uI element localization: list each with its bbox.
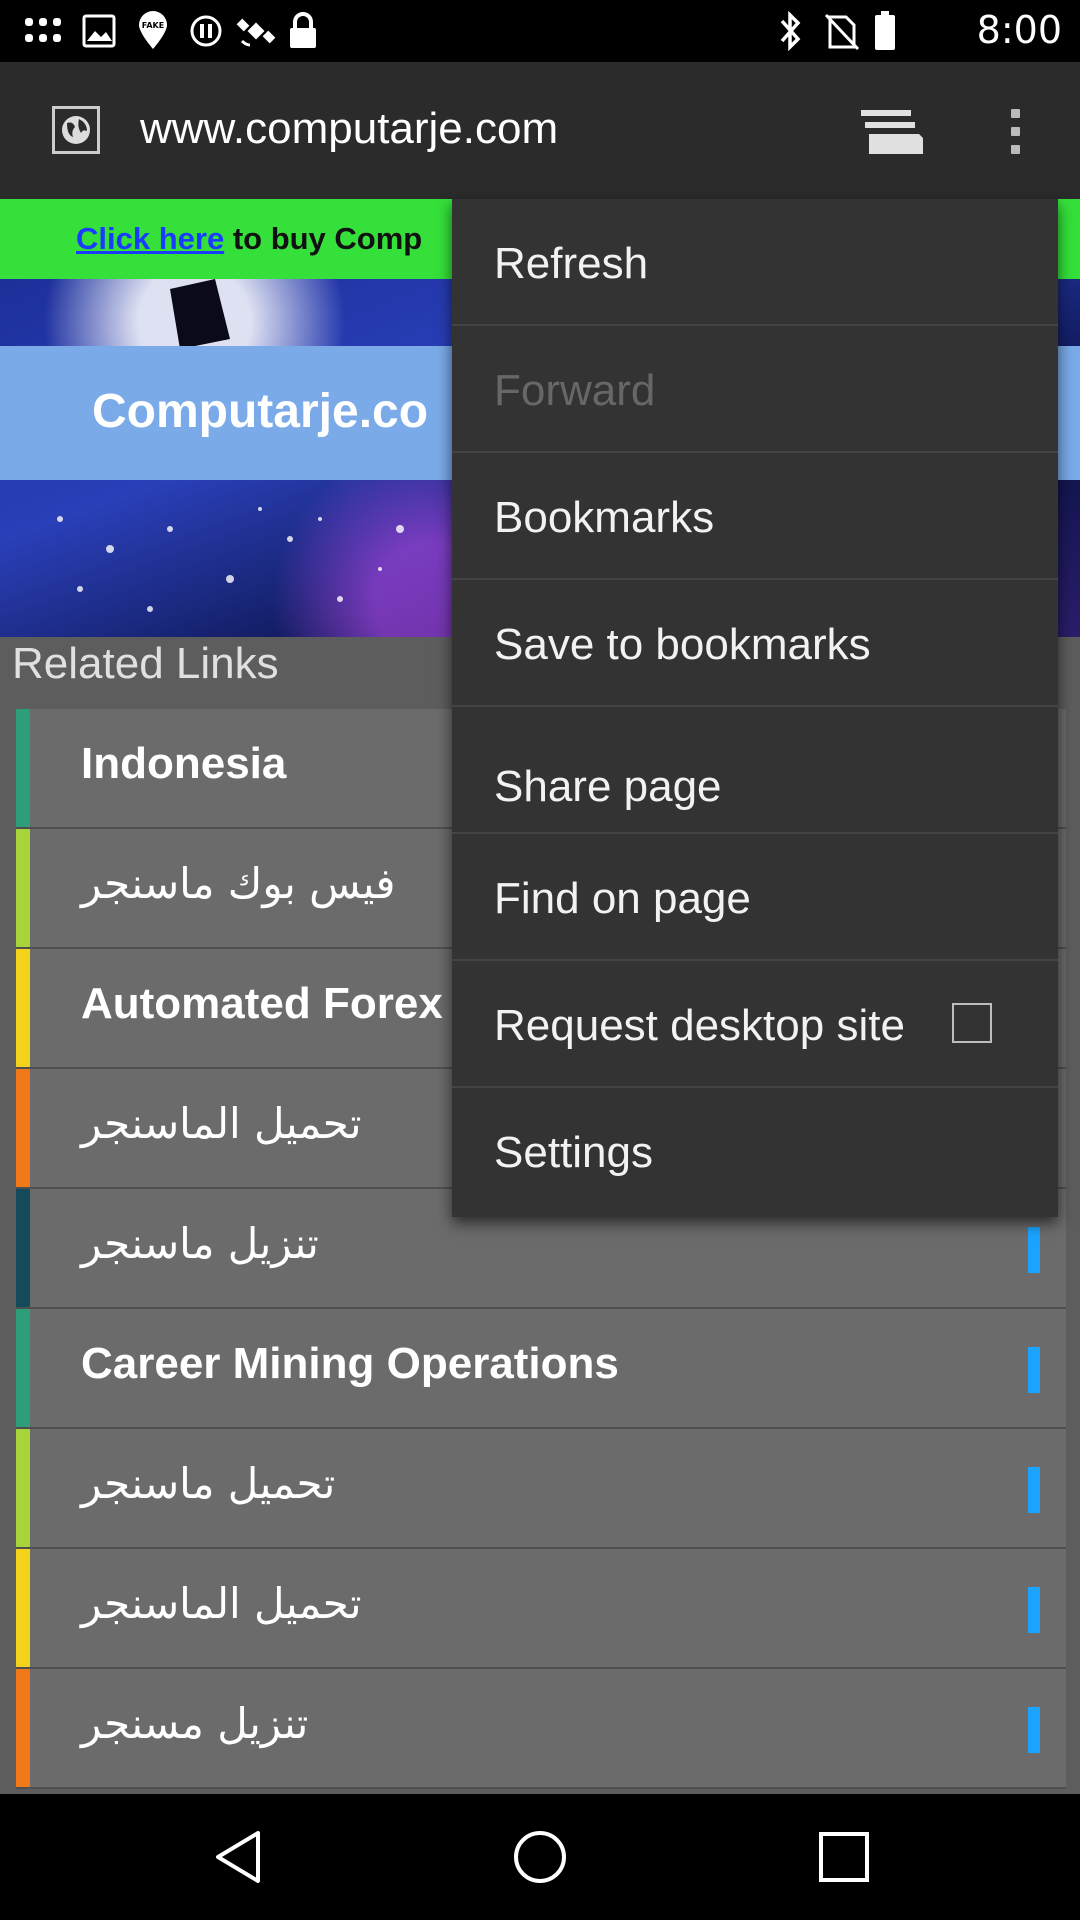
link-marker bbox=[1028, 1587, 1040, 1633]
status-bar: FAKE 8:00 bbox=[0, 0, 1080, 62]
browser-toolbar: www.computarje.com bbox=[0, 62, 1080, 199]
link-marker bbox=[1028, 1227, 1040, 1273]
related-links-heading: Related Links bbox=[12, 639, 279, 688]
link-color-stripe bbox=[16, 1189, 30, 1307]
menu-item-label: Refresh bbox=[494, 239, 649, 288]
back-icon[interactable] bbox=[198, 1822, 278, 1892]
link-label: تنزيل ماسنجر bbox=[81, 1219, 319, 1268]
link-label: فيس بوك ماسنجر bbox=[81, 859, 396, 908]
link-label: تحميل ماسنجر bbox=[81, 1459, 336, 1508]
link-label: تحميل الماسنجر bbox=[81, 1579, 362, 1628]
system-nav-bar bbox=[0, 1794, 1080, 1920]
battery-icon bbox=[872, 10, 898, 52]
banner-text: Click here to buy Comp bbox=[76, 221, 422, 257]
bluetooth-icon bbox=[774, 10, 808, 52]
link-marker bbox=[1028, 1347, 1040, 1393]
link-label: تحميل الماسنجر bbox=[81, 1099, 362, 1148]
globe-icon[interactable] bbox=[52, 106, 100, 154]
menu-item-request-desktop-site[interactable]: Request desktop site bbox=[452, 961, 1058, 1088]
link-color-stripe bbox=[16, 1309, 30, 1427]
tabs-icon[interactable] bbox=[855, 100, 931, 162]
lock-icon bbox=[284, 10, 322, 52]
hero-title: Computarje.co bbox=[92, 385, 429, 438]
list-item[interactable]: تحميل ماسنجر bbox=[16, 1429, 1066, 1549]
home-icon[interactable] bbox=[500, 1822, 580, 1892]
menu-item-label: Forward bbox=[494, 366, 656, 415]
clock: 8:00 bbox=[976, 8, 1062, 52]
menu-item-forward[interactable]: Forward bbox=[452, 326, 1058, 453]
link-marker bbox=[1028, 1467, 1040, 1513]
grid-icon bbox=[22, 10, 64, 52]
image-icon bbox=[80, 10, 118, 52]
link-label: Automated Forex bbox=[81, 979, 443, 1028]
url-bar[interactable]: www.computarje.com bbox=[140, 104, 558, 154]
list-item[interactable]: تنزيل مسنجر bbox=[16, 1669, 1066, 1789]
link-color-stripe bbox=[16, 1669, 30, 1787]
menu-item-label: Bookmarks bbox=[494, 493, 715, 542]
menu-item-save-to-bookmarks[interactable]: Save to bookmarks bbox=[452, 580, 1058, 707]
more-vert-icon[interactable] bbox=[985, 100, 1045, 162]
no-sim-icon bbox=[822, 10, 862, 52]
link-color-stripe bbox=[16, 829, 30, 947]
menu-item-share-page[interactable]: Share page bbox=[452, 707, 1058, 834]
link-color-stripe bbox=[16, 1549, 30, 1667]
link-color-stripe bbox=[16, 709, 30, 827]
menu-item-label: Request desktop site bbox=[494, 1001, 905, 1050]
menu-item-refresh[interactable]: Refresh bbox=[452, 199, 1058, 326]
link-color-stripe bbox=[16, 949, 30, 1067]
sync-icon bbox=[186, 10, 226, 52]
banner-rest-text: to buy Comp bbox=[224, 221, 423, 256]
fake-gps-icon: FAKE bbox=[130, 10, 176, 52]
menu-item-settings[interactable]: Settings bbox=[452, 1088, 1058, 1215]
menu-item-label: Settings bbox=[494, 1128, 653, 1177]
satellite-icon bbox=[234, 10, 278, 52]
link-label: تنزيل مسنجر bbox=[81, 1699, 309, 1748]
list-item[interactable]: تحميل الماسنجر bbox=[16, 1549, 1066, 1669]
overflow-menu: Refresh Forward Bookmarks Save to bookma… bbox=[452, 199, 1058, 1217]
request-desktop-checkbox[interactable] bbox=[952, 1003, 992, 1043]
menu-item-label: Share page bbox=[494, 762, 722, 811]
menu-item-label: Find on page bbox=[494, 874, 751, 923]
svg-text:FAKE: FAKE bbox=[142, 21, 164, 30]
recents-icon[interactable] bbox=[804, 1822, 884, 1892]
menu-item-label: Save to bookmarks bbox=[494, 620, 871, 669]
link-marker bbox=[1028, 1707, 1040, 1753]
link-label: Career Mining Operations bbox=[81, 1339, 619, 1388]
menu-item-bookmarks[interactable]: Bookmarks bbox=[452, 453, 1058, 580]
list-item[interactable]: Career Mining Operations bbox=[16, 1309, 1066, 1429]
banner-link[interactable]: Click here bbox=[76, 221, 224, 256]
menu-item-find-on-page[interactable]: Find on page bbox=[452, 834, 1058, 961]
link-color-stripe bbox=[16, 1069, 30, 1187]
link-label: Indonesia bbox=[81, 739, 287, 788]
link-color-stripe bbox=[16, 1429, 30, 1547]
